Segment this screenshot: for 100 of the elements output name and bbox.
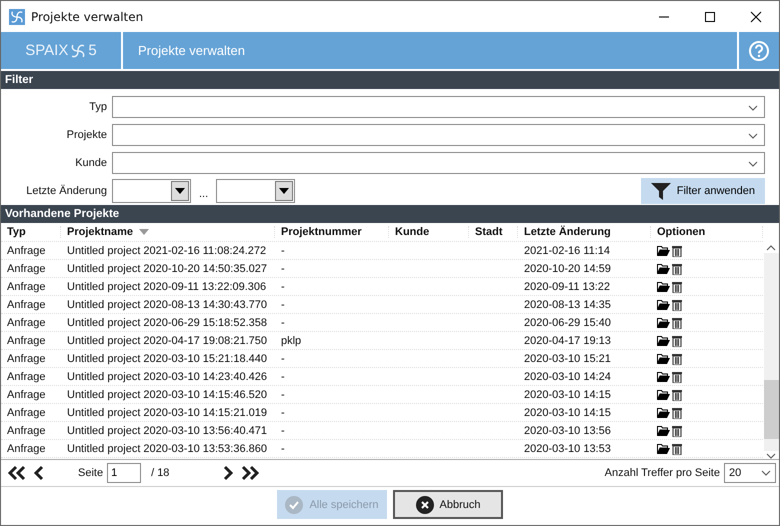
folder-icon[interactable] xyxy=(657,371,670,382)
trash-icon[interactable] xyxy=(672,262,682,274)
help-icon xyxy=(748,40,770,62)
folder-icon[interactable] xyxy=(657,407,670,418)
table-cell-text: - xyxy=(280,442,286,454)
table-cell-text: Anfrage xyxy=(6,298,47,310)
table-cell-text: Untitled project 2020-08-13 14:30:43.770 xyxy=(66,298,268,310)
column-header[interactable]: Stadt xyxy=(469,226,518,238)
table-cell-text: 2020-06-29 15:40 xyxy=(523,316,612,328)
folder-icon[interactable] xyxy=(657,263,670,274)
column-header[interactable]: Kunde xyxy=(389,226,469,238)
table-cell-text: 2020-10-20 14:59 xyxy=(523,262,612,274)
dropdown-field[interactable] xyxy=(112,124,765,146)
date-field[interactable] xyxy=(216,179,296,203)
trash-icon[interactable] xyxy=(672,316,682,328)
table-cell-text: 2020-03-10 13:53 xyxy=(523,442,612,454)
folder-icon[interactable] xyxy=(657,299,670,310)
trash-icon[interactable] xyxy=(672,280,682,292)
folder-icon[interactable] xyxy=(657,425,670,436)
column-header[interactable]: Letzte Änderung xyxy=(518,226,651,238)
table-cell-text: - xyxy=(280,388,286,400)
table-cell-text: - xyxy=(280,424,286,436)
page-total: / 18 xyxy=(151,467,170,479)
table-cell-text: 2020-03-10 14:24 xyxy=(523,370,612,382)
table-cell-text: Untitled project 2020-03-10 13:56:40.471 xyxy=(66,424,268,436)
trash-icon[interactable] xyxy=(672,352,682,364)
table-cell-text: - xyxy=(280,316,286,328)
folder-icon[interactable] xyxy=(657,335,670,346)
column-header[interactable]: Projektnummer xyxy=(275,226,389,238)
column-header[interactable]: Projektname xyxy=(61,226,275,238)
table-cell-text: Untitled project 2020-03-10 14:23:40.426 xyxy=(66,370,268,382)
table-cell-text: Anfrage xyxy=(6,280,47,292)
table-cell-text: - xyxy=(280,262,286,274)
table-cell-text: Untitled project 2020-10-20 14:50:35.027 xyxy=(66,262,268,274)
help-button[interactable] xyxy=(739,32,779,69)
table-cell-text: Anfrage xyxy=(6,370,47,382)
table-cell-text: Anfrage xyxy=(6,244,47,256)
folder-icon[interactable] xyxy=(657,281,670,292)
trash-icon[interactable] xyxy=(672,334,682,346)
checkmark-icon xyxy=(285,496,304,514)
table-cell-text: Anfrage xyxy=(6,442,47,454)
trash-icon[interactable] xyxy=(672,424,682,436)
table-cell-text: Anfrage xyxy=(6,352,47,364)
table-cell-text: 2020-09-11 13:22 xyxy=(523,280,612,292)
dropdown-field[interactable] xyxy=(112,96,765,118)
table-cell-text: - xyxy=(280,406,286,418)
field-label: Projekte xyxy=(66,129,108,141)
chevron-up-icon[interactable] xyxy=(766,245,776,251)
table-cell-text: 2020-03-10 14:15 xyxy=(523,406,612,418)
table-cell-text: Untitled project 2020-03-10 15:21:18.440 xyxy=(66,352,268,364)
trash-icon[interactable] xyxy=(672,406,682,418)
folder-icon[interactable] xyxy=(657,317,670,328)
logo-text: SPAIX xyxy=(25,42,68,59)
table-cell-text: 2020-03-10 14:15 xyxy=(523,388,612,400)
app-icon xyxy=(9,8,25,24)
column-header[interactable]: Typ xyxy=(1,226,61,238)
dropdown-field[interactable] xyxy=(112,152,765,174)
range-separator: ... xyxy=(199,187,208,200)
page-title: Projekte verwalten xyxy=(123,32,737,69)
trash-icon[interactable] xyxy=(672,298,682,310)
close-icon xyxy=(750,10,762,22)
trash-icon[interactable] xyxy=(672,370,682,382)
table-cell-text: 2020-03-10 13:56 xyxy=(523,424,612,436)
scrollbar-thumb[interactable] xyxy=(764,380,778,440)
section-header: Vorhandene Projekte xyxy=(1,205,779,223)
cancel-button[interactable]: Abbruch xyxy=(393,490,503,519)
table-cell-text: Untitled project 2020-03-10 14:15:46.520 xyxy=(66,388,268,400)
table-cell-text: 2020-03-10 15:21 xyxy=(523,352,612,364)
apply-filter-button[interactable]: Filter anwenden xyxy=(640,178,765,204)
table-cell-text: Anfrage xyxy=(6,316,47,328)
date-field[interactable] xyxy=(112,179,191,203)
table-cell-text: Untitled project 2020-03-10 13:53:36.860 xyxy=(66,442,268,454)
trash-icon[interactable] xyxy=(672,442,682,454)
table-cell-text: Anfrage xyxy=(6,424,47,436)
swirl-icon xyxy=(69,42,88,60)
table-cell-text: - xyxy=(280,298,286,310)
table-cell-text: Untitled project 2020-04-17 19:08:21.750 xyxy=(66,334,268,346)
close-icon xyxy=(416,496,434,514)
page-input[interactable]: 1 xyxy=(107,463,142,483)
table-cell-text: Anfrage xyxy=(6,262,47,274)
folder-icon[interactable] xyxy=(657,245,670,256)
folder-icon[interactable] xyxy=(657,353,670,364)
per-page-dropdown[interactable]: 20 xyxy=(724,463,776,483)
table-cell-text: Untitled project 2020-03-10 14:15:21.019 xyxy=(66,406,268,418)
table-cell-text: 2020-04-17 19:13 xyxy=(523,334,612,346)
folder-icon[interactable] xyxy=(657,443,670,454)
maximize-icon xyxy=(704,10,716,22)
table-cell-text: Untitled project 2020-09-11 13:22:09.306 xyxy=(66,280,268,292)
field-label: Letzte Änderung xyxy=(25,185,108,197)
chevron-down-icon[interactable] xyxy=(766,453,776,459)
trash-icon[interactable] xyxy=(672,388,682,400)
folder-icon[interactable] xyxy=(657,389,670,400)
table-cell-text: - xyxy=(280,280,286,292)
trash-icon[interactable] xyxy=(672,244,682,256)
chevron-down-icon xyxy=(748,133,758,139)
funnel-icon xyxy=(650,182,671,200)
field-label: Kunde xyxy=(74,157,108,169)
table-cell-text: Untitled project 2021-02-16 11:08:24.272 xyxy=(66,244,268,256)
chevron-down-icon xyxy=(761,470,771,476)
section-header: Filter xyxy=(1,71,779,89)
